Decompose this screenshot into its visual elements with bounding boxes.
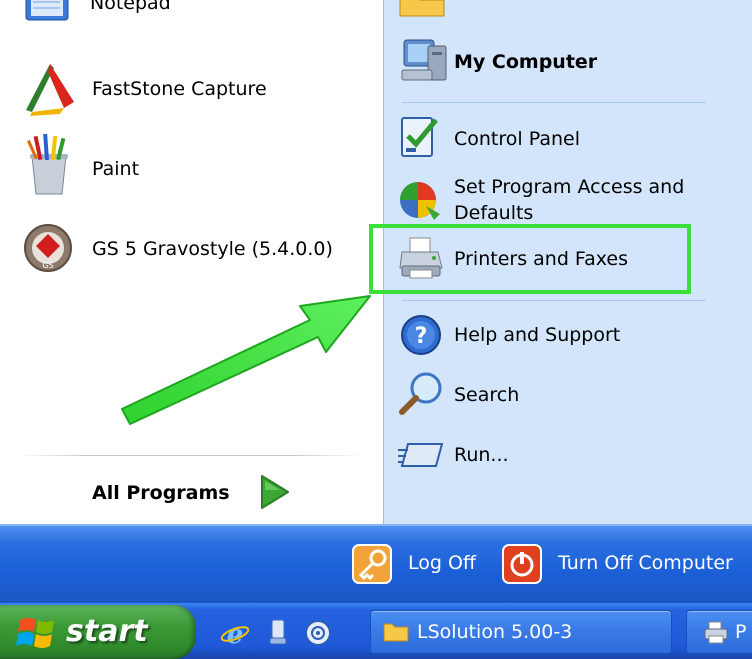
menu-item-label: Control Panel: [454, 128, 580, 150]
control-panel-icon: [398, 114, 442, 160]
svg-text:GS: GS: [42, 261, 53, 270]
menu-item-run[interactable]: Run...: [454, 440, 509, 470]
menu-item-my-computer[interactable]: My Computer: [454, 47, 597, 77]
taskbar-button-partial[interactable]: P: [686, 610, 752, 654]
internet-explorer-icon[interactable]: e: [220, 618, 250, 650]
menu-item-label: My Computer: [454, 51, 598, 73]
turn-off-label: Turn Off Computer: [558, 552, 733, 574]
folder-icon: [398, 0, 446, 18]
start-label: start: [66, 614, 148, 649]
media-player-icon[interactable]: [304, 618, 332, 648]
menu-item-control-panel[interactable]: Control Panel: [454, 124, 580, 154]
help-icon: ?: [400, 314, 442, 356]
svg-text:?: ?: [415, 324, 428, 349]
menu-item-faststone-capture[interactable]: FastStone Capture: [92, 74, 267, 104]
menu-item-search[interactable]: Search: [454, 380, 519, 410]
svg-text:e: e: [227, 620, 244, 648]
gravostyle-icon: GS: [22, 222, 74, 274]
taskbar-button-label: P: [735, 621, 747, 643]
all-programs-button[interactable]: All Programs: [92, 476, 230, 510]
search-icon: [398, 370, 444, 416]
start-menu-footer: Log Off Turn Off Computer: [0, 524, 752, 605]
menu-item-program-access[interactable]: Set Program Access and Defaults: [454, 174, 744, 226]
turn-off-button[interactable]: Turn Off Computer: [502, 544, 748, 584]
printer-icon: [703, 621, 729, 645]
run-icon: [398, 440, 444, 470]
right-separator: [402, 102, 706, 103]
windows-logo-icon: [16, 614, 58, 652]
left-separator: [18, 455, 363, 456]
log-off-label: Log Off: [408, 552, 477, 574]
right-separator-2: [402, 300, 706, 301]
log-off-button[interactable]: Log Off: [352, 544, 488, 584]
menu-item-label: Paint: [92, 158, 140, 180]
show-desktop-icon[interactable]: [264, 618, 292, 648]
menu-item-notepad[interactable]: Notepad: [90, 0, 171, 18]
menu-item-paint[interactable]: Paint: [92, 154, 139, 184]
menu-item-help-support[interactable]: Help and Support: [454, 320, 620, 350]
menu-item-gravostyle[interactable]: GS 5 Gravostyle (5.4.0.0): [92, 234, 333, 264]
notepad-icon: [22, 0, 76, 24]
power-icon: [502, 544, 542, 584]
menu-item-label: Search: [454, 384, 520, 406]
start-menu-left-pane: Notepad FastStone Capture Paint GS GS 5 …: [0, 0, 383, 524]
menu-item-label: Notepad: [90, 0, 171, 14]
all-programs-arrow-icon: [254, 472, 294, 512]
menu-item-label: Help and Support: [454, 324, 621, 346]
menu-item-label: Set Program Access and: [454, 176, 685, 198]
faststone-capture-icon: [20, 58, 78, 116]
menu-item-label: FastStone Capture: [92, 78, 267, 100]
taskbar-button-lsolution[interactable]: LSolution 5.00-3: [370, 610, 672, 654]
program-access-icon: [398, 178, 442, 222]
paint-icon: [22, 133, 76, 196]
highlight-box: [369, 224, 691, 294]
all-programs-label: All Programs: [92, 482, 230, 504]
taskbar-button-label: LSolution 5.00-3: [417, 621, 573, 643]
folder-icon: [383, 621, 409, 643]
key-icon: [352, 544, 392, 584]
menu-item-label: Run...: [454, 444, 509, 466]
menu-item-label-line2: Defaults: [454, 202, 534, 224]
my-computer-icon: [398, 36, 450, 86]
menu-item-label: GS 5 Gravostyle (5.4.0.0): [92, 238, 333, 260]
